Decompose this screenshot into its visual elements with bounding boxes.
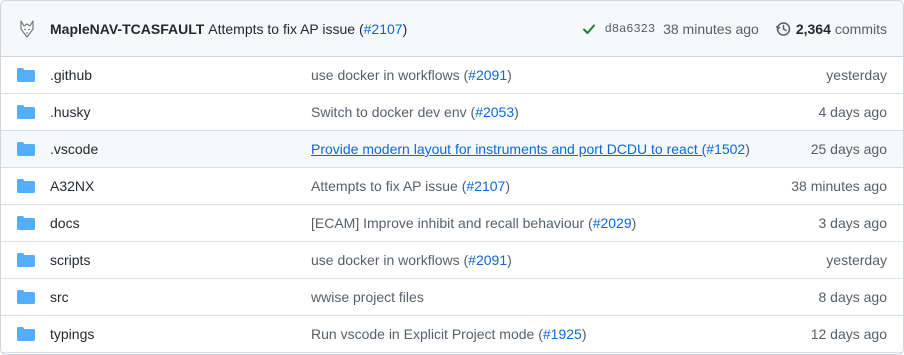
folder-icon — [17, 105, 35, 119]
file-commit-age[interactable]: 38 minutes ago — [791, 168, 887, 205]
folder-icon — [17, 216, 35, 230]
file-commit-pr-link[interactable]: #2053 — [475, 104, 514, 120]
file-commit-message[interactable]: Run vscode in Explicit Project mode (#19… — [311, 316, 586, 353]
file-commit-age[interactable]: 8 days ago — [819, 279, 888, 316]
file-commit-age[interactable]: 4 days ago — [819, 94, 888, 131]
file-name[interactable]: typings — [50, 316, 94, 353]
commit-author[interactable]: MapleNAV-TCASFAULT — [50, 21, 204, 37]
file-commit-age[interactable]: yesterday — [826, 57, 887, 94]
file-commit-pr-link[interactable]: #2091 — [468, 67, 507, 83]
file-row[interactable]: docs [ECAM] Improve inhibit and recall b… — [1, 205, 903, 242]
latest-commit-bar: MapleNAV-TCASFAULT Attempts to fix AP is… — [1, 1, 903, 57]
file-commit-age[interactable]: 12 days ago — [811, 316, 887, 353]
commit-pr-link[interactable]: #2107 — [364, 21, 403, 37]
folder-icon — [17, 68, 35, 82]
file-row[interactable]: src wwise project files 8 days ago — [1, 279, 903, 316]
folder-icon — [17, 290, 35, 304]
file-commit-message[interactable]: [ECAM] Improve inhibit and recall behavi… — [311, 205, 636, 242]
file-name[interactable]: .vscode — [50, 131, 98, 168]
file-commit-message[interactable]: Provide modern layout for instruments an… — [311, 131, 750, 168]
file-commit-pr-link[interactable]: #1502 — [706, 141, 745, 157]
file-commit-message[interactable]: Attempts to fix AP issue (#2107) — [311, 168, 510, 205]
check-icon[interactable] — [581, 21, 597, 37]
commit-sha[interactable]: d8a6323 — [605, 22, 655, 36]
file-list: .github use docker in workflows (#2091) … — [1, 57, 903, 353]
file-name[interactable]: .github — [50, 57, 92, 94]
file-name[interactable]: A32NX — [50, 168, 94, 205]
file-row[interactable]: typings Run vscode in Explicit Project m… — [1, 316, 903, 353]
folder-icon — [17, 179, 35, 193]
file-commit-message[interactable]: Switch to docker dev env (#2053) — [311, 94, 519, 131]
file-commit-message[interactable]: use docker in workflows (#2091) — [311, 57, 512, 94]
file-commit-age[interactable]: yesterday — [826, 242, 887, 279]
file-commit-message[interactable]: wwise project files — [311, 279, 424, 316]
folder-icon — [17, 327, 35, 341]
file-commit-message[interactable]: use docker in workflows (#2091) — [311, 242, 512, 279]
commit-meta: d8a6323 38 minutes ago 2,364 commits — [581, 1, 887, 57]
commit-count: 2,364 — [795, 21, 831, 37]
file-row[interactable]: .github use docker in workflows (#2091) … — [1, 57, 903, 94]
file-name[interactable]: src — [50, 279, 69, 316]
commits-label: commits — [834, 21, 887, 37]
file-name[interactable]: scripts — [50, 242, 90, 279]
file-row[interactable]: A32NX Attempts to fix AP issue (#2107) 3… — [1, 168, 903, 205]
file-row[interactable]: .husky Switch to docker dev env (#2053) … — [1, 94, 903, 131]
file-commit-pr-link[interactable]: #2091 — [468, 252, 507, 268]
file-commit-pr-link[interactable]: #1925 — [543, 326, 582, 342]
commit-time[interactable]: 38 minutes ago — [663, 21, 759, 37]
folder-icon — [17, 253, 35, 267]
author-avatar[interactable] — [17, 19, 37, 39]
file-name[interactable]: docs — [50, 205, 80, 242]
history-icon — [775, 22, 791, 36]
wolf-avatar-icon — [20, 19, 34, 38]
file-name[interactable]: .husky — [50, 94, 90, 131]
commit-history-link[interactable]: 2,364 commits — [775, 21, 887, 37]
file-commit-pr-link[interactable]: #2107 — [466, 178, 505, 194]
file-commit-age[interactable]: 25 days ago — [811, 131, 887, 168]
file-commit-pr-link[interactable]: #2029 — [593, 215, 632, 231]
file-row[interactable]: scripts use docker in workflows (#2091) … — [1, 242, 903, 279]
commit-message[interactable]: Attempts to fix AP issue (#2107) — [208, 21, 407, 37]
file-browser: MapleNAV-TCASFAULT Attempts to fix AP is… — [0, 0, 904, 355]
folder-icon — [17, 142, 35, 156]
file-commit-age[interactable]: 3 days ago — [819, 205, 888, 242]
file-row[interactable]: .vscode Provide modern layout for instru… — [1, 131, 903, 168]
